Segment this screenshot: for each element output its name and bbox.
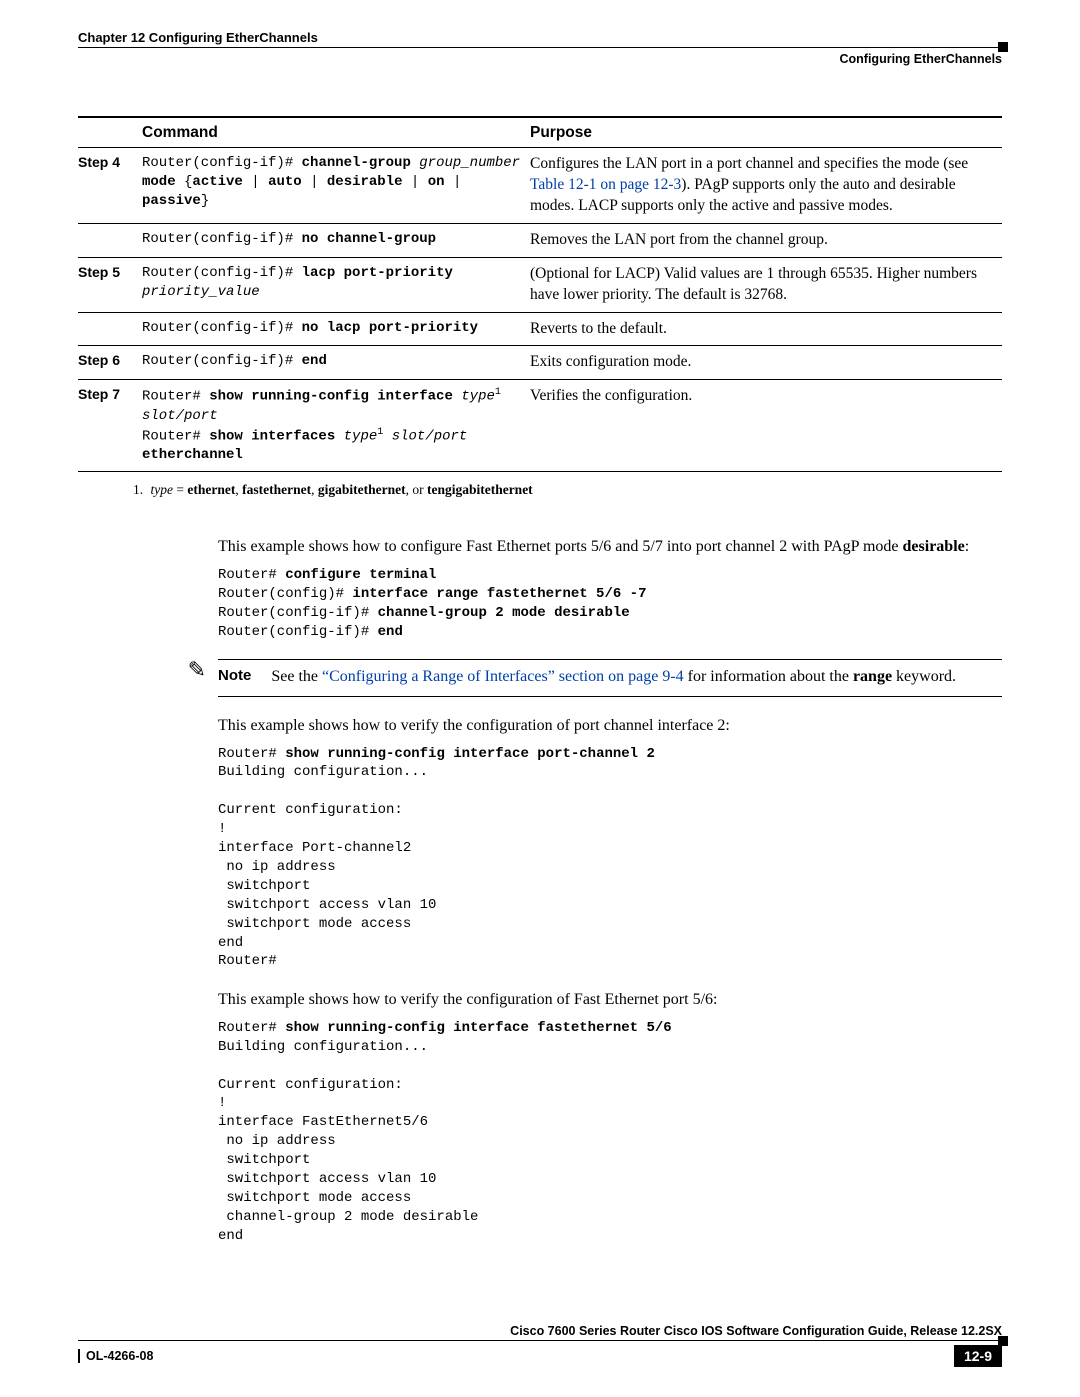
page: Chapter 12 Configuring EtherChannels Con… (0, 0, 1080, 1397)
note-text: See the “Configuring a Range of Interfac… (271, 666, 956, 688)
purpose-cell: Configures the LAN port in a port channe… (530, 148, 1002, 224)
purpose-cell: Exits configuration mode. (530, 346, 1002, 380)
th-purpose: Purpose (530, 117, 1002, 148)
table-footnote: 1. type = ethernet, fastethernet, gigabi… (78, 482, 1002, 498)
command-cell: Router# show running-config interface ty… (142, 380, 530, 472)
page-header: Chapter 12 Configuring EtherChannels Con… (78, 30, 1002, 66)
paragraph: This example shows how to verify the con… (218, 989, 1002, 1011)
page-number: 12-9 (954, 1345, 1002, 1367)
note-link[interactable]: “Configuring a Range of Interfaces” sect… (322, 668, 684, 685)
paragraph: This example shows how to verify the con… (218, 715, 1002, 737)
code-block: Router# show running-config interface fa… (218, 1019, 1002, 1246)
step-label: Step 7 (78, 380, 142, 472)
footer-end-square-icon (998, 1336, 1008, 1346)
content-area: Command Purpose Step 4Router(config-if)#… (78, 116, 1002, 1246)
step-label: Step 6 (78, 346, 142, 380)
header-end-square-icon (998, 42, 1008, 52)
command-cell: Router(config-if)# no channel-group (142, 223, 530, 257)
step-label (78, 312, 142, 346)
table-row: Step 5Router(config-if)# lacp port-prior… (78, 257, 1002, 312)
purpose-cell: (Optional for LACP) Valid values are 1 t… (530, 257, 1002, 312)
purpose-cell: Verifies the configuration. (530, 380, 1002, 472)
footnote-number: 1. (133, 482, 143, 497)
body-text-1: This example shows how to configure Fast… (78, 536, 1002, 641)
body-text-2: This example shows how to verify the con… (78, 715, 1002, 1246)
command-cell: Router(config-if)# lacp port-prioritypri… (142, 257, 530, 312)
table-row: Step 7Router# show running-config interf… (78, 380, 1002, 472)
step-label (78, 223, 142, 257)
table-link[interactable]: Table 12-1 on page 12-3 (530, 176, 681, 193)
command-cell: Router(config-if)# end (142, 346, 530, 380)
paragraph: This example shows how to configure Fast… (218, 536, 1002, 558)
page-footer: Cisco 7600 Series Router Cisco IOS Softw… (78, 1324, 1002, 1367)
step-label: Step 5 (78, 257, 142, 312)
purpose-cell: Reverts to the default. (530, 312, 1002, 346)
table-row: Step 6Router(config-if)# endExits config… (78, 346, 1002, 380)
command-cell: Router(config-if)# channel-group group_n… (142, 148, 530, 224)
chapter-label: Chapter 12 Configuring EtherChannels (78, 30, 318, 45)
code-block: Router# configure terminal Router(config… (218, 566, 1002, 642)
note-block: ✎ Note See the “Configuring a Range of I… (78, 659, 1002, 697)
purpose-cell: Removes the LAN port from the channel gr… (530, 223, 1002, 257)
footer-doc-number: OL-4266-08 (78, 1349, 153, 1363)
step-label: Step 4 (78, 148, 142, 224)
section-label: Configuring EtherChannels (78, 52, 1002, 66)
footnote-text: type = ethernet, fastethernet, gigabitet… (151, 482, 533, 497)
code-block: Router# show running-config interface po… (218, 745, 1002, 972)
header-rule (78, 47, 1002, 48)
note-label: Note (218, 666, 261, 686)
pencil-icon: ✎ (188, 659, 206, 681)
command-table: Command Purpose Step 4Router(config-if)#… (78, 116, 1002, 472)
th-command: Command (142, 117, 530, 148)
command-cell: Router(config-if)# no lacp port-priority (142, 312, 530, 346)
table-row: Router(config-if)# no lacp port-priority… (78, 312, 1002, 346)
table-row: Step 4Router(config-if)# channel-group g… (78, 148, 1002, 224)
table-row: Router(config-if)# no channel-groupRemov… (78, 223, 1002, 257)
footer-guide-title: Cisco 7600 Series Router Cisco IOS Softw… (510, 1324, 1002, 1338)
